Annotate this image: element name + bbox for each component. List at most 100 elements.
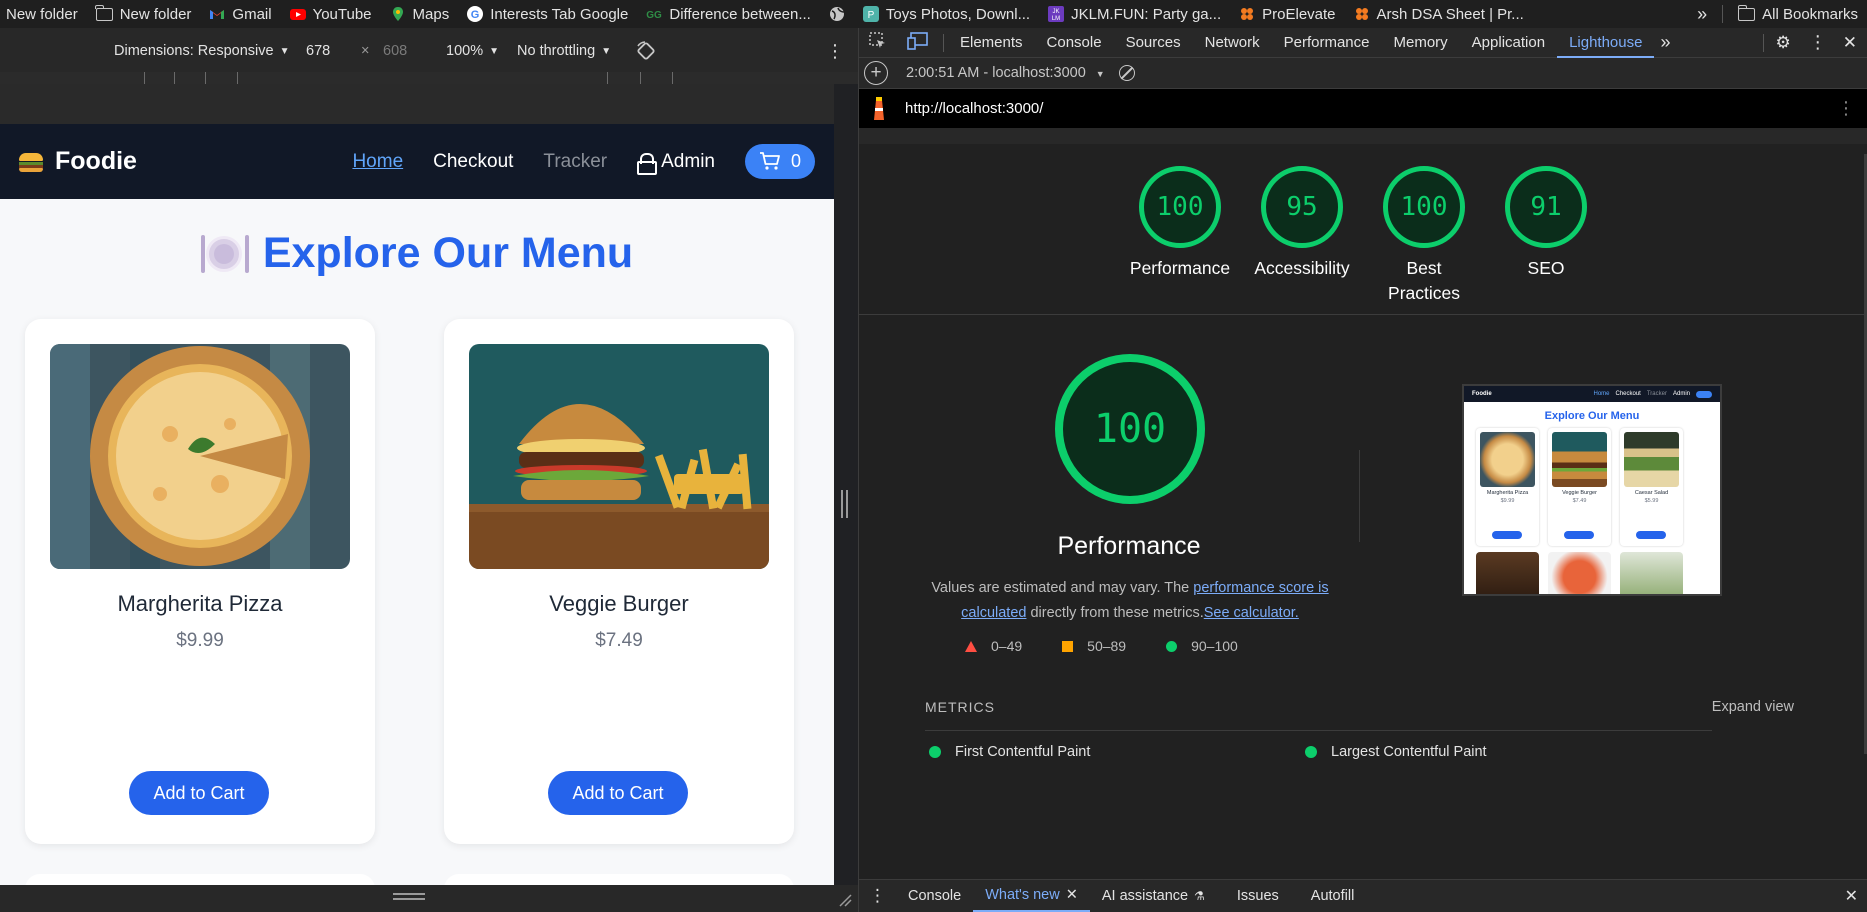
lock-icon [637, 152, 658, 175]
gauge-accessibility[interactable]: 95 Accessibility [1241, 166, 1363, 306]
tab-console[interactable]: Console [1035, 28, 1114, 58]
pass-circle-icon [1305, 746, 1317, 758]
bookmark-label: New folder [119, 5, 192, 23]
cart-button[interactable]: 0 [744, 144, 815, 179]
gauge-seo[interactable]: 91 SEO [1485, 166, 1607, 306]
drawer-tab-issues[interactable]: Issues [1217, 881, 1291, 912]
devtools-drawer: ⋮ Console What's new ✕ AI assistance ⚗ I… [859, 879, 1867, 912]
lighthouse-report: 100 Performance 95 Accessibility 100 Bes… [859, 144, 1867, 879]
thumb-nav-item: Admin [1672, 391, 1690, 397]
bookmarks-overflow-button[interactable]: » [1688, 0, 1716, 28]
see-calculator-link[interactable]: See calculator. [1204, 605, 1299, 621]
resize-corner-icon[interactable] [838, 893, 852, 907]
bookmarks-bar: New folder New folder Gmail YouTube Maps… [0, 0, 1867, 28]
expand-view-button[interactable]: Expand view [1712, 699, 1794, 715]
drawer-tab-whats-new[interactable]: What's new ✕ [973, 881, 1090, 912]
bookmark-jklm[interactable]: JK LM JKLM.FUN: Party ga... [1039, 0, 1230, 28]
drawer-tab-autofill[interactable]: Autofill [1291, 881, 1367, 912]
nav-tracker-link[interactable]: Tracker [543, 151, 607, 173]
bookmark-difference[interactable]: GG Difference between... [637, 0, 819, 28]
tab-memory[interactable]: Memory [1382, 28, 1460, 58]
tab-application[interactable]: Application [1460, 28, 1557, 58]
bookmark-interests[interactable]: G Interests Tab Google [458, 0, 637, 28]
all-bookmarks-button[interactable]: All Bookmarks [1729, 0, 1867, 28]
bookmark-proelevate[interactable]: ProElevate [1230, 0, 1344, 28]
pizza-image [50, 344, 350, 569]
card-title: Margherita Pizza [117, 591, 283, 616]
width-value: 678 [306, 43, 331, 59]
add-to-cart-button[interactable]: Add to Cart [129, 771, 269, 815]
thumb-cards-row-2 [1464, 552, 1720, 594]
tab-sources[interactable]: Sources [1114, 28, 1193, 58]
device-toggle-icon[interactable] [897, 31, 939, 54]
flask-icon: ⚗ [1194, 888, 1205, 903]
thumb-cart [1696, 390, 1712, 398]
gauge-best-practices[interactable]: 100 Best Practices [1363, 166, 1485, 306]
add-to-cart-button[interactable]: Add to Cart [548, 771, 688, 815]
square-icon [1062, 640, 1074, 652]
bookmark-new-folder-2[interactable]: New folder [87, 0, 201, 28]
height-value: 608 [383, 43, 408, 59]
card-price: $9.99 [176, 630, 224, 651]
close-icon[interactable]: ✕ [1066, 880, 1078, 911]
legend-label: 50–89 [1087, 638, 1127, 654]
tab-lighthouse[interactable]: Lighthouse [1557, 28, 1655, 58]
kebab-icon[interactable]: ⋮ [859, 886, 896, 906]
bookmark-new-folder-1[interactable]: New folder [0, 0, 87, 28]
kebab-icon[interactable]: ⋮ [1803, 32, 1833, 53]
menu-cards: Margherita Pizza $9.99 Add to Cart Veggi… [25, 319, 794, 844]
close-icon[interactable]: ✕ [1833, 33, 1867, 53]
drawer-tab-label: Autofill [1310, 887, 1355, 904]
throttling-select[interactable]: No throttling ▼ [517, 39, 611, 63]
note-text: Values are estimated and may vary. The [931, 580, 1194, 596]
close-drawer-icon[interactable]: ✕ [1835, 886, 1867, 906]
new-report-icon[interactable]: + [864, 61, 888, 85]
bookmark-maps[interactable]: Maps [381, 0, 459, 28]
arsh-icon [1355, 8, 1368, 20]
zoom-select[interactable]: 100% ▼ [446, 39, 499, 63]
thumb-image [1480, 432, 1535, 487]
bookmark-youtube[interactable]: YouTube [281, 0, 381, 28]
rotate-button[interactable] [635, 39, 657, 63]
svg-text:JK: JK [1053, 9, 1060, 15]
report-url: http://localhost:3000/ [905, 100, 1044, 117]
viewport-width-handle[interactable] [841, 490, 848, 518]
bookmark-globe[interactable] [820, 0, 854, 28]
score-value: 95 [1261, 166, 1343, 248]
tab-network[interactable]: Network [1193, 28, 1272, 58]
inspect-element-icon[interactable] [859, 31, 897, 54]
kebab-icon[interactable]: ⋮ [1837, 98, 1855, 119]
circle-icon [1166, 640, 1178, 652]
more-tabs-icon[interactable]: » [1654, 32, 1676, 53]
bookmark-gmail[interactable]: Gmail [200, 0, 280, 28]
nav-checkout-link[interactable]: Checkout [433, 151, 513, 173]
more-options-button[interactable]: ⋮ [826, 39, 844, 63]
thumb-navbar: Foodie Home Checkout Tracker Admin [1464, 386, 1720, 402]
divider [925, 730, 1347, 731]
divider [859, 314, 1867, 315]
gauge-performance[interactable]: 100 Performance [1119, 166, 1241, 306]
drawer-tab-label: Console [908, 887, 962, 904]
caret-down-icon: ▼ [1095, 69, 1105, 79]
nav-admin-link[interactable]: Admin [637, 151, 715, 175]
nav-home-link[interactable]: Home [352, 151, 403, 173]
bookmark-arsh[interactable]: Arsh DSA Sheet | Pr... [1345, 0, 1533, 28]
bookmark-label: Maps [412, 5, 450, 23]
dimensions-select[interactable]: Dimensions: Responsive ▼ [114, 39, 289, 63]
width-input[interactable]: 678 [306, 39, 330, 63]
height-input[interactable]: 608 [383, 39, 407, 63]
brand-name: Foodie [55, 147, 137, 175]
viewport-height-handle[interactable] [393, 893, 425, 900]
drawer-tab-label: Issues [1236, 887, 1279, 904]
report-select[interactable]: 2:00:51 AM - localhost:3000 ▼ [906, 65, 1105, 81]
divider [943, 33, 944, 52]
bookmark-toys[interactable]: P Toys Photos, Downl... [854, 0, 1039, 28]
site-logo[interactable]: Foodie [19, 147, 137, 176]
tab-performance[interactable]: Performance [1272, 28, 1382, 58]
drawer-tab-console[interactable]: Console [896, 881, 973, 912]
final-screenshot-thumbnail[interactable]: Foodie Home Checkout Tracker Admin Explo… [1462, 384, 1722, 596]
drawer-tab-ai-assistance[interactable]: AI assistance ⚗ [1090, 881, 1217, 912]
tab-elements[interactable]: Elements [948, 28, 1035, 58]
settings-gear-icon[interactable]: ⚙ [1764, 33, 1803, 53]
clear-icon[interactable] [1118, 65, 1135, 81]
